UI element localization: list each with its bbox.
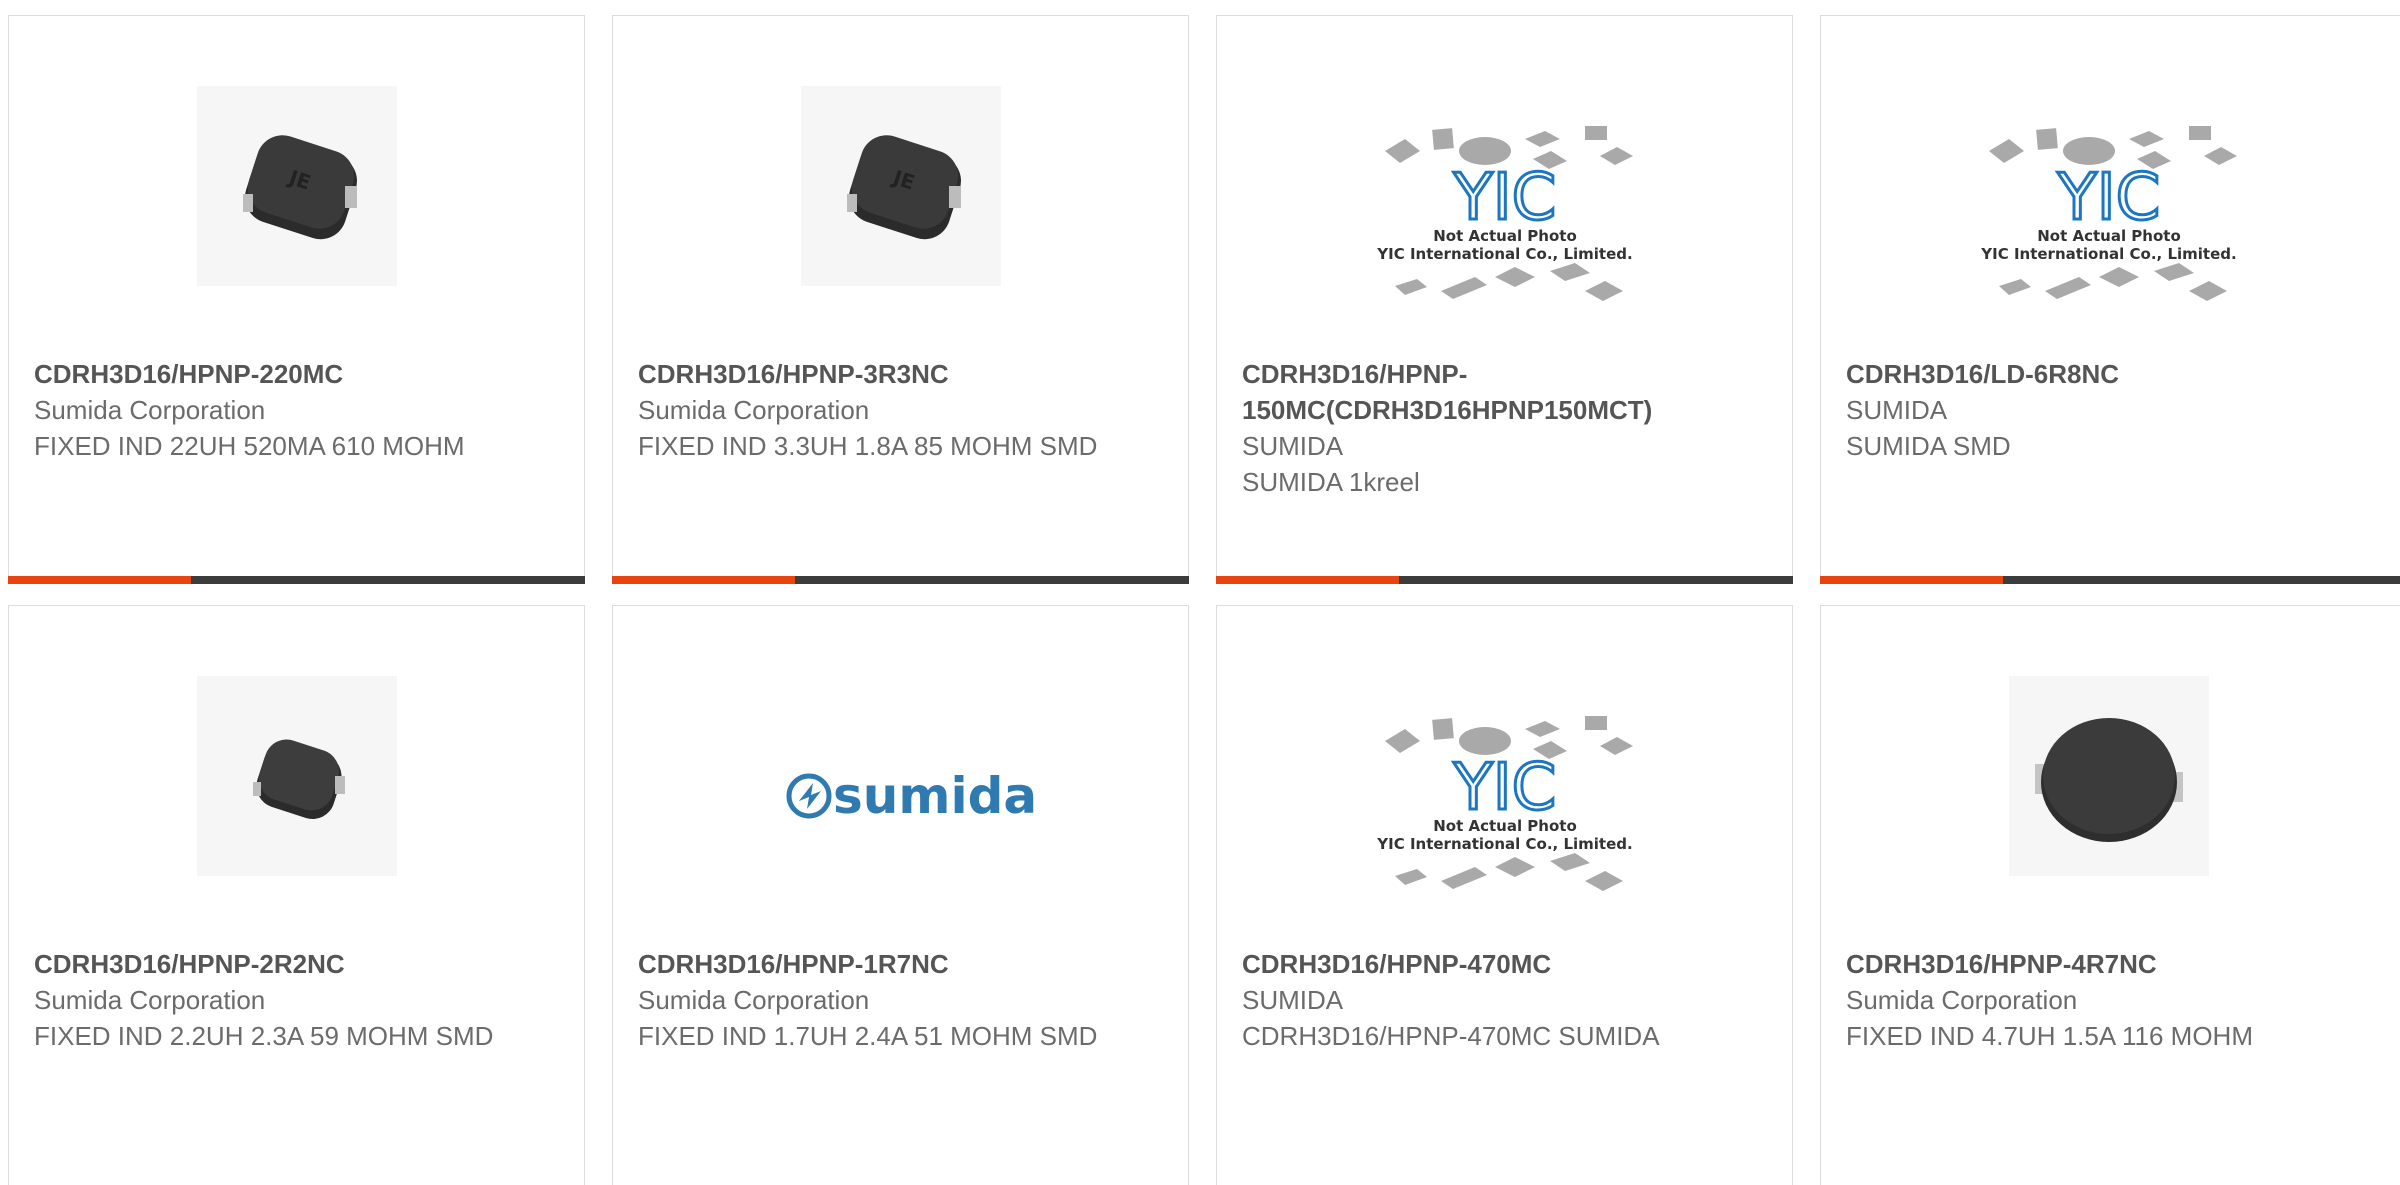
yic-placeholder-image: YIC Not Actual Photo YIC International C…: [1376, 716, 1633, 891]
product-image[interactable]: sumida: [751, 671, 1051, 921]
card-bottom-bar: [8, 576, 585, 584]
placeholder-line2: YIC International Co., Limited.: [1376, 245, 1632, 263]
placeholder-line1: Not Actual Photo: [1433, 817, 1577, 835]
product-info: CDRH3D16/HPNP-150MC(CDRH3D16HPNP150MCT) …: [1242, 356, 1772, 500]
placeholder-line2: YIC International Co., Limited.: [1376, 835, 1632, 853]
product-image[interactable]: YIC Not Actual Photo YIC International C…: [1355, 81, 1655, 331]
product-info: CDRH3D16/HPNP-2R2NC Sumida Corporation F…: [34, 946, 564, 1054]
description: FIXED IND 4.7UH 1.5A 116 MOHM: [1846, 1021, 2253, 1051]
product-card[interactable]: JE CDRH3D16/HPNP-220MC Sumida Corporatio…: [8, 15, 585, 584]
manufacturer: Sumida Corporation: [638, 985, 870, 1015]
inductor-photo: JE: [846, 135, 961, 240]
part-number[interactable]: CDRH3D16/HPNP-2R2NC: [34, 946, 564, 982]
description: CDRH3D16/HPNP-470MC SUMIDA: [1242, 1021, 1660, 1051]
inductor-photo: [252, 739, 345, 820]
yic-placeholder-image: YIC Not Actual Photo YIC International C…: [1376, 126, 1633, 301]
sumida-logo: sumida: [786, 767, 1037, 825]
product-info: CDRH3D16/HPNP-470MC SUMIDA CDRH3D16/HPNP…: [1242, 946, 1772, 1054]
description: FIXED IND 1.7UH 2.4A 51 MOHM SMD: [638, 1021, 1098, 1051]
product-image[interactable]: JE: [800, 86, 1001, 286]
inductor-photo: JE: [242, 135, 357, 240]
description: SUMIDA 1kreel: [1242, 467, 1420, 497]
product-image[interactable]: [2009, 676, 2209, 876]
product-image[interactable]: JE: [196, 86, 397, 286]
product-image[interactable]: [196, 676, 397, 876]
product-card[interactable]: sumida CDRH3D16/HPNP-1R7NC Sumida Corpor…: [612, 605, 1189, 1185]
manufacturer: SUMIDA: [1242, 985, 1344, 1015]
yic-logo: YIC: [1452, 161, 1556, 235]
product-info: CDRH3D16/HPNP-220MC Sumida Corporation F…: [34, 356, 564, 464]
product-card[interactable]: CDRH3D16/HPNP-2R2NC Sumida Corporation F…: [8, 605, 585, 1185]
product-info: CDRH3D16/HPNP-1R7NC Sumida Corporation F…: [638, 946, 1168, 1054]
manufacturer: Sumida Corporation: [34, 395, 266, 425]
card-bottom-bar: [1820, 576, 2400, 584]
yic-placeholder-image: YIC Not Actual Photo YIC International C…: [1980, 126, 2237, 301]
product-card[interactable]: YIC Not Actual Photo YIC International C…: [1216, 605, 1793, 1185]
placeholder-line1: Not Actual Photo: [1433, 227, 1577, 245]
card-bottom-bar: [1216, 576, 1793, 584]
placeholder-line2: YIC International Co., Limited.: [1980, 245, 2236, 263]
manufacturer: SUMIDA: [1242, 431, 1344, 461]
part-number[interactable]: CDRH3D16/HPNP-220MC: [34, 356, 564, 392]
product-card[interactable]: JE CDRH3D16/HPNP-3R3NC Sumida Corporatio…: [612, 15, 1189, 584]
description: FIXED IND 3.3UH 1.8A 85 MOHM SMD: [638, 431, 1098, 461]
product-image[interactable]: YIC Not Actual Photo YIC International C…: [1355, 671, 1655, 921]
product-card[interactable]: CDRH3D16/HPNP-4R7NC Sumida Corporation F…: [1820, 605, 2400, 1185]
part-number[interactable]: CDRH3D16/HPNP-4R7NC: [1846, 946, 2390, 982]
product-card[interactable]: YIC Not Actual Photo YIC International C…: [1216, 15, 1793, 584]
part-number[interactable]: CDRH3D16/HPNP-470MC: [1242, 946, 1772, 982]
manufacturer: SUMIDA: [1846, 395, 1948, 425]
part-number[interactable]: CDRH3D16/LD-6R8NC: [1846, 356, 2390, 392]
yic-logo: YIC: [1452, 751, 1556, 825]
sumida-logo-text: sumida: [833, 767, 1037, 825]
manufacturer: Sumida Corporation: [34, 985, 266, 1015]
part-number[interactable]: CDRH3D16/HPNP-1R7NC: [638, 946, 1168, 982]
description: FIXED IND 22UH 520MA 610 MOHM: [34, 431, 465, 461]
product-card[interactable]: YIC Not Actual Photo YIC International C…: [1820, 15, 2400, 584]
description: FIXED IND 2.2UH 2.3A 59 MOHM SMD: [34, 1021, 494, 1051]
placeholder-line1: Not Actual Photo: [2037, 227, 2181, 245]
product-info: CDRH3D16/HPNP-4R7NC Sumida Corporation F…: [1846, 946, 2390, 1054]
product-info: CDRH3D16/HPNP-3R3NC Sumida Corporation F…: [638, 356, 1168, 464]
description: SUMIDA SMD: [1846, 431, 2011, 461]
product-info: CDRH3D16/LD-6R8NC SUMIDA SUMIDA SMD: [1846, 356, 2390, 464]
inductor-photo: [2035, 718, 2183, 842]
product-grid: JE CDRH3D16/HPNP-220MC Sumida Corporatio…: [0, 0, 2400, 1185]
part-number[interactable]: CDRH3D16/HPNP-150MC(CDRH3D16HPNP150MCT): [1242, 356, 1772, 428]
manufacturer: Sumida Corporation: [638, 395, 870, 425]
yic-logo: YIC: [2057, 161, 2161, 235]
part-number[interactable]: CDRH3D16/HPNP-3R3NC: [638, 356, 1168, 392]
card-bottom-bar: [612, 576, 1189, 584]
manufacturer: Sumida Corporation: [1846, 985, 2078, 1015]
product-image[interactable]: YIC Not Actual Photo YIC International C…: [1959, 81, 2259, 331]
